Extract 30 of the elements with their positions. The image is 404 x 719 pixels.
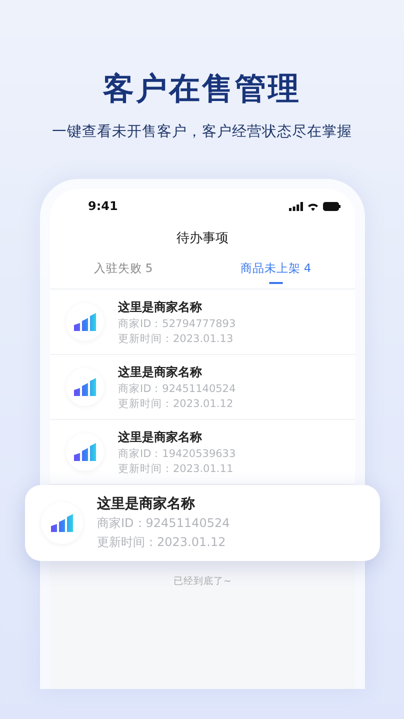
merchant-id: 商家ID：92451140524	[118, 382, 236, 396]
bar-chart-icon	[73, 377, 97, 397]
update-time: 更新时间：2023.01.12	[118, 396, 234, 410]
end-of-list-note: 已经到底了~	[174, 575, 232, 588]
update-time: 更新时间：2023.01.12	[97, 534, 227, 551]
update-time: 更新时间：2023.01.11	[118, 462, 234, 476]
merchant-name: 这里是商家名称	[118, 298, 203, 316]
merchant-row[interactable]: 这里是商家名称 商家ID：19420539633 更新时间：2023.01.11	[50, 420, 355, 485]
merchant-row[interactable]: 这里是商家名称 商家ID：52794777893 更新时间：2023.01.13	[50, 290, 355, 355]
headline: 客户在售管理	[103, 70, 301, 109]
merchant-card[interactable]: 这里是商家名称 商家ID：92451140524 更新时间：2023.01.12	[25, 485, 380, 561]
wifi-icon	[307, 202, 319, 210]
merchant-id: 商家ID：52794777893	[118, 316, 236, 330]
merchant-name: 这里是商家名称	[118, 364, 203, 380]
battery-icon	[323, 202, 341, 210]
screen-title: 待办事项	[176, 230, 228, 247]
bar-chart-icon	[73, 312, 97, 332]
merchant-name: 这里是商家名称	[97, 495, 196, 513]
merchant-id: 商家ID：19420539633	[118, 446, 236, 460]
update-time: 更新时间：2023.01.13	[118, 332, 234, 346]
merchant-id: 商家ID：92451140524	[97, 515, 230, 532]
tab[interactable]: 入驻失败 5	[90, 259, 157, 284]
cellular-signal-icon	[289, 202, 303, 210]
merchant-row[interactable]: 这里是商家名称 商家ID：92451140524 更新时间：2023.01.12	[50, 355, 355, 420]
clock: 9:41	[88, 199, 118, 213]
bar-chart-icon	[73, 442, 97, 462]
subtitle: 一键查看未开售客户，客户经营状态尽在掌握	[52, 122, 352, 141]
bar-chart-icon	[50, 513, 74, 533]
merchant-name: 这里是商家名称	[118, 428, 203, 446]
tab[interactable]: 商品未上架 4	[236, 259, 316, 284]
